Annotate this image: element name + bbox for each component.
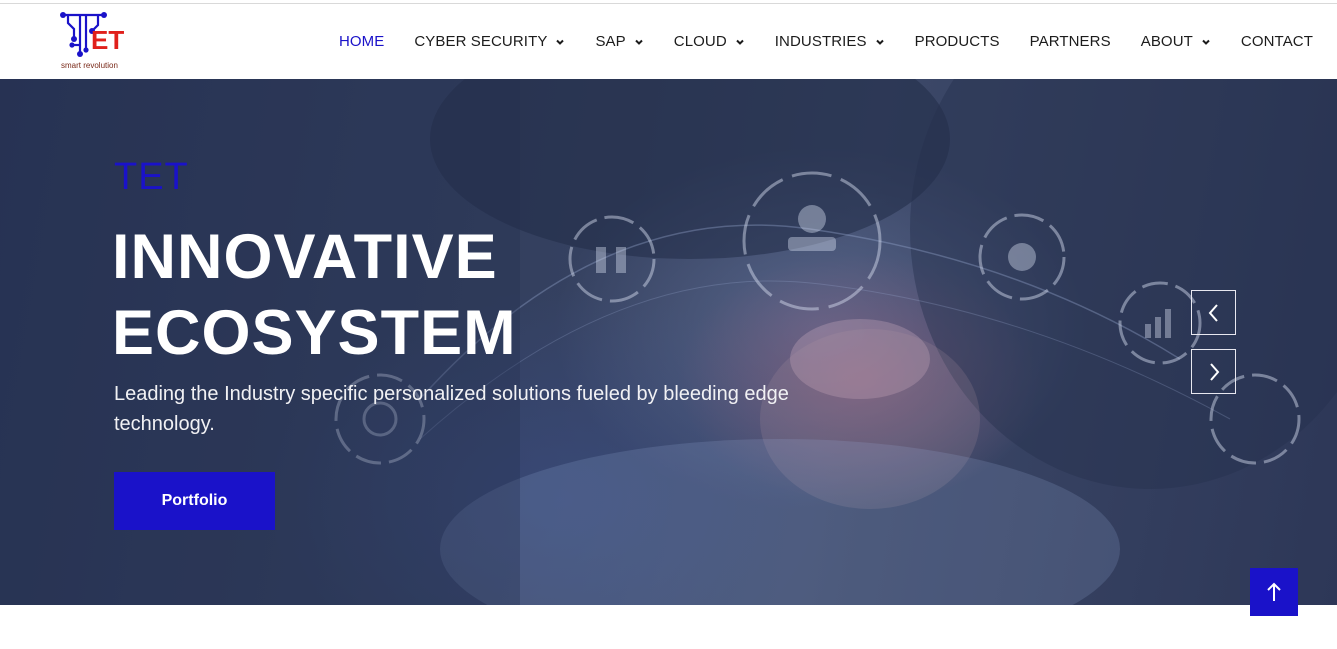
nav-item-label: INDUSTRIES [774, 33, 867, 50]
scroll-to-top-button[interactable] [1250, 568, 1298, 616]
main-nav: HOME CYBER SECURITY SAP CLOUD INDUSTRIES… [309, 4, 1313, 79]
logo-mark-icon: ET [60, 12, 124, 57]
nav-item-industries[interactable]: INDUSTRIES [775, 33, 885, 50]
chevron-down-icon [875, 39, 884, 45]
nav-item-cyber-security[interactable]: CYBER SECURITY [414, 33, 565, 50]
nav-item-label: PARTNERS [1029, 33, 1111, 50]
headline-line-2: ECOSYSTEM [112, 298, 517, 368]
nav-item-label: CYBER SECURITY [414, 33, 548, 50]
hero-banner: TET INNOVATIVE ECOSYSTEM Leading the Ind… [0, 79, 1337, 605]
chevron-down-icon [635, 39, 643, 45]
nav-item-label: CLOUD [673, 33, 727, 50]
nav-item-cloud[interactable]: CLOUD [674, 33, 745, 50]
site-logo[interactable]: ET smart revolution [58, 9, 132, 75]
logo-tagline: smart revolution [61, 61, 118, 70]
nav-item-label: SAP [595, 33, 626, 50]
nav-item-partners[interactable]: PARTNERS [1030, 33, 1111, 50]
hero-subtitle: Leading the Industry specific personaliz… [114, 383, 789, 435]
nav-item-label: PRODUCTS [914, 33, 1000, 50]
svg-text:ET: ET [91, 25, 124, 55]
hero-headline: INNOVATIVE ECOSYSTEM [112, 219, 517, 371]
hero-tag: TET [114, 156, 189, 198]
nav-item-about[interactable]: ABOUT [1141, 33, 1211, 50]
nav-item-sap[interactable]: SAP [595, 33, 643, 50]
nav-item-products[interactable]: PRODUCTS [915, 33, 1000, 50]
slider-prev-button[interactable] [1191, 290, 1236, 335]
headline-line-1: INNOVATIVE [112, 222, 498, 292]
nav-item-label: HOME [338, 33, 385, 50]
chevron-left-icon [1208, 303, 1218, 322]
chevron-down-icon [1202, 39, 1210, 45]
nav-item-label: CONTACT [1240, 33, 1313, 50]
arrow-up-icon [1267, 582, 1281, 601]
chevron-down-icon [556, 39, 565, 45]
site-header: ET smart revolution HOME CYBER SECURITY … [0, 4, 1337, 79]
chevron-down-icon [736, 39, 744, 45]
nav-item-contact[interactable]: CONTACT [1241, 33, 1313, 50]
nav-item-label: ABOUT [1140, 33, 1193, 50]
chevron-right-icon [1209, 362, 1219, 381]
portfolio-button[interactable]: Portfolio [114, 472, 275, 530]
nav-item-home[interactable]: HOME [339, 33, 384, 50]
slider-next-button[interactable] [1191, 349, 1236, 394]
